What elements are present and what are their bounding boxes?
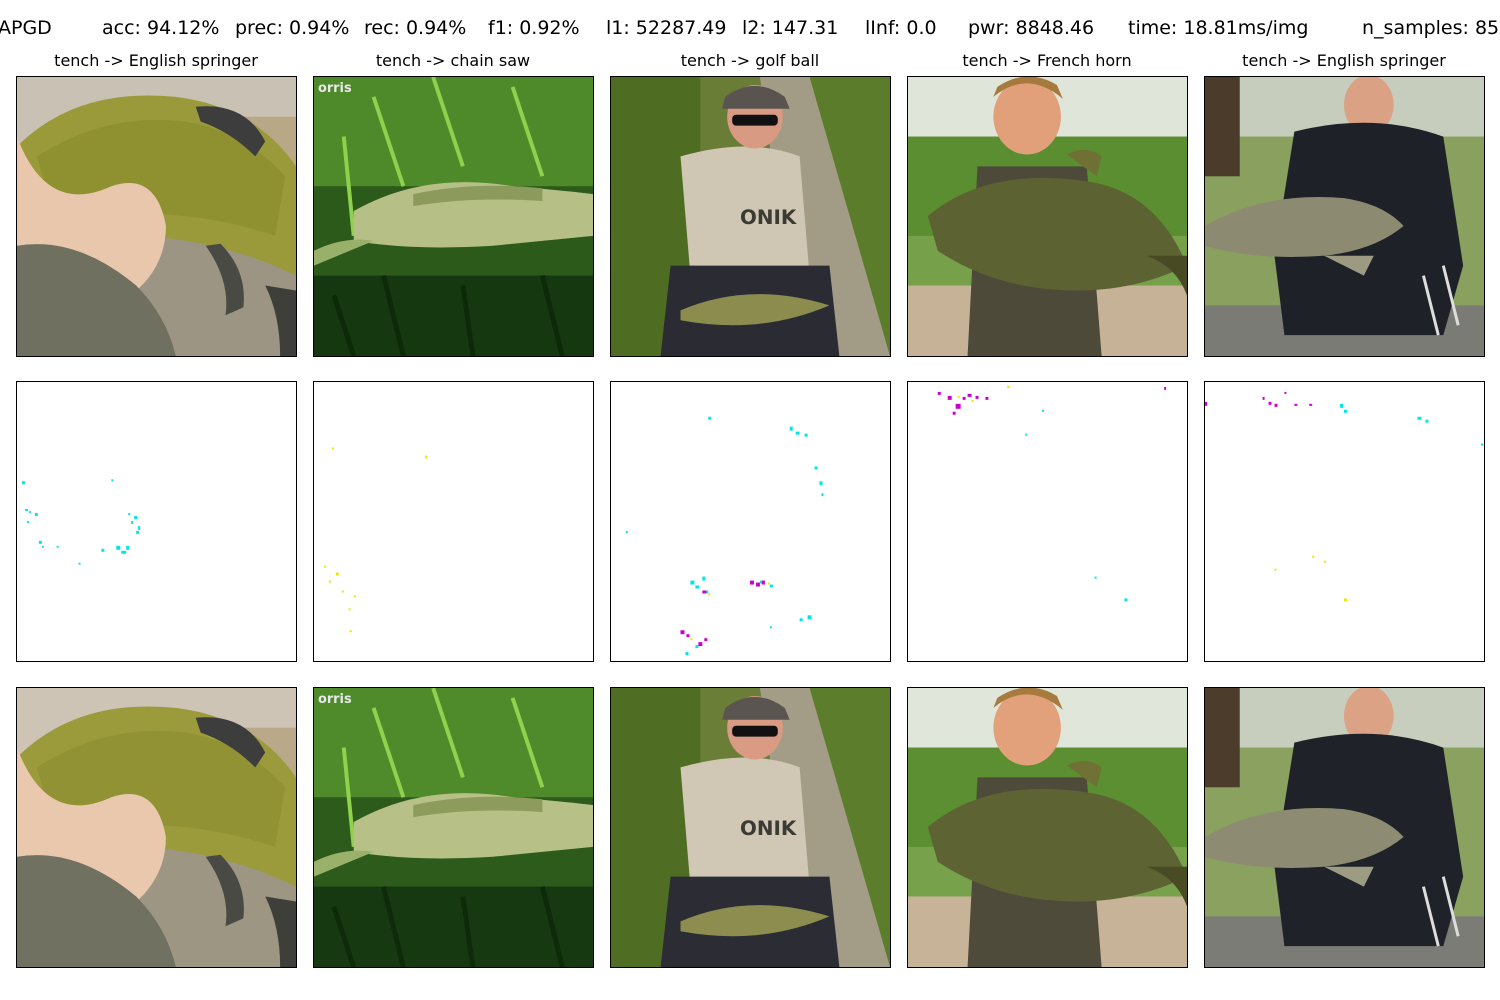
adversarial-image-2: orris (313, 687, 594, 968)
n-samples-metric: n_samples: 85 (1362, 17, 1500, 39)
watermark-text-adv: orris (318, 692, 352, 707)
l2-metric: l2: 147.31 (742, 17, 839, 39)
watermark-text: orris (318, 81, 352, 96)
perturbation-map-1 (16, 381, 297, 662)
adversarial-image-4 (907, 687, 1188, 968)
adversarial-image-5 (1204, 687, 1485, 968)
power-metric: pwr: 8848.46 (968, 17, 1095, 39)
attack-name: APGD (0, 17, 52, 39)
time-metric: time: 18.81ms/img (1128, 17, 1309, 39)
f1-metric: f1: 0.92% (488, 17, 580, 39)
column-title-2: tench -> chain saw (375, 51, 531, 70)
original-image-2: orris (313, 76, 594, 357)
column-title-4: tench -> French horn (962, 51, 1132, 70)
adversarial-image-3: ONIK (610, 687, 891, 968)
adversarial-image-1 (16, 687, 297, 968)
l1-metric: l1: 52287.49 (606, 17, 727, 39)
original-image-1 (16, 76, 297, 357)
original-image-4 (907, 76, 1188, 357)
shirt-text-adv: ONIK (740, 817, 797, 840)
original-image-3: ONIK (610, 76, 891, 357)
precision-metric: prec: 0.94% (235, 17, 350, 39)
recall-metric: rec: 0.94% (364, 17, 467, 39)
perturbation-map-2 (313, 381, 594, 662)
column-title-5: tench -> English springer (1242, 51, 1446, 70)
accuracy-metric: acc: 94.12% (102, 17, 220, 39)
perturbation-map-3 (610, 381, 891, 662)
column-title-1: tench -> English springer (54, 51, 258, 70)
shirt-text: ONIK (740, 206, 797, 229)
column-title-3: tench -> golf ball (680, 51, 820, 70)
original-image-5 (1204, 76, 1485, 357)
perturbation-map-5 (1204, 381, 1485, 662)
linf-metric: lInf: 0.0 (865, 17, 937, 39)
perturbation-map-4 (907, 381, 1188, 662)
